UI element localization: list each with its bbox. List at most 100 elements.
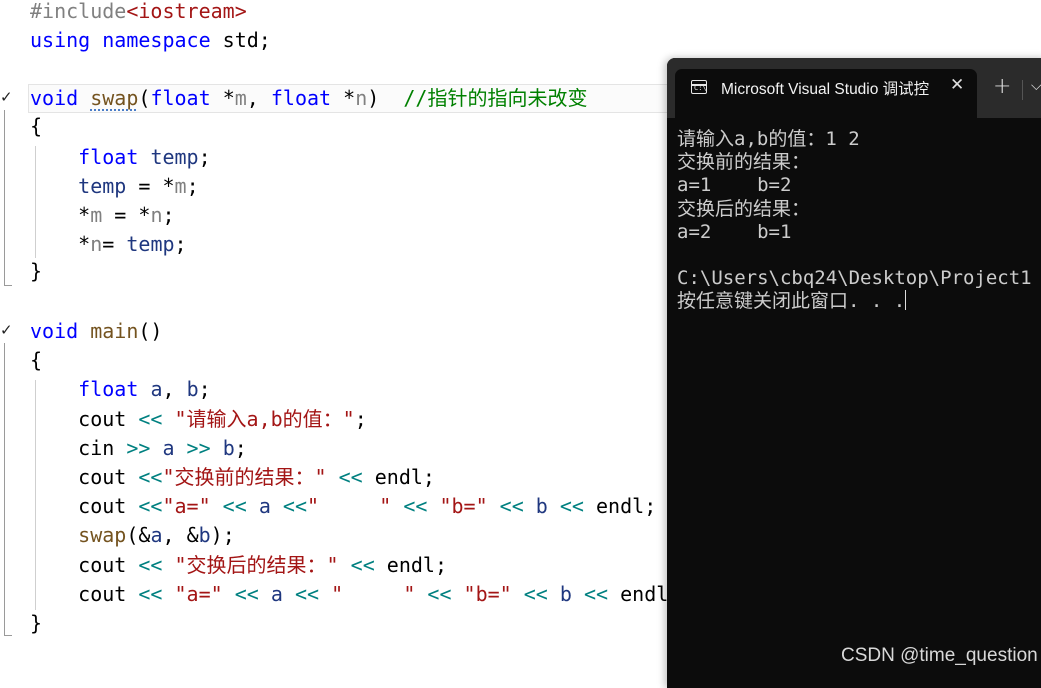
chevron-down-icon[interactable]: ⌵ xyxy=(1031,78,1041,94)
code-line[interactable]: swap(&a, &b); xyxy=(30,521,235,550)
fold-region-line xyxy=(4,110,5,285)
code-line[interactable]: *m = *n; xyxy=(30,201,175,230)
code-token: (& xyxy=(126,523,151,547)
code-token: << xyxy=(126,494,163,518)
code-token: "a=" xyxy=(162,494,211,518)
fold-chevron-icon[interactable]: ✓ xyxy=(0,322,13,338)
code-token: #include xyxy=(30,0,127,23)
code-line[interactable]: void swap(float *m, float *n) //指针的指向未改变 xyxy=(28,84,668,113)
code-token: { xyxy=(30,348,43,372)
code-token: a xyxy=(258,494,271,518)
code-token: << xyxy=(126,582,175,606)
code-token: << xyxy=(282,582,332,606)
fold-region-line xyxy=(4,343,5,635)
code-token: using xyxy=(30,28,91,52)
code-token: b xyxy=(186,377,199,401)
code-line[interactable]: #include<iostream> xyxy=(30,0,247,26)
code-token: = xyxy=(102,232,127,256)
code-token: "b=" xyxy=(463,582,512,606)
code-line[interactable]: cout << "交换后的结果：" << endl; xyxy=(30,551,447,580)
code-line[interactable]: } xyxy=(30,609,42,638)
console-line-text: C:\Users\cbq24\Desktop\Project1 xyxy=(677,267,1032,289)
code-token: cout xyxy=(78,553,127,577)
code-token: << xyxy=(326,465,375,489)
code-token: m xyxy=(90,203,103,227)
code-token: m xyxy=(174,174,187,198)
code-token: , xyxy=(246,86,271,110)
code-token: cout xyxy=(78,582,127,606)
code-token: ; xyxy=(186,174,199,198)
code-line[interactable]: using namespace std; xyxy=(30,26,271,55)
code-token: << xyxy=(487,494,536,518)
code-token: cout xyxy=(78,465,127,489)
code-token: b xyxy=(198,523,211,547)
code-token: temp xyxy=(126,232,175,256)
text-cursor xyxy=(905,290,907,310)
code-token: "交换前的结果：" xyxy=(162,465,327,489)
code-token: temp xyxy=(78,174,127,198)
fold-region-end xyxy=(4,285,12,286)
close-icon[interactable]: ✕ xyxy=(950,75,964,95)
code-token: ); xyxy=(210,523,235,547)
tab-separator xyxy=(1022,80,1023,100)
code-line[interactable]: { xyxy=(30,112,42,141)
terminal-tab[interactable]: C:\ Microsoft Visual Studio 调试控 ✕ xyxy=(675,69,977,118)
code-token: " " xyxy=(331,582,416,606)
code-token: m xyxy=(234,86,247,110)
code-line[interactable]: cout <<"a=" << a <<" " << "b=" << b << e… xyxy=(30,492,656,521)
code-line[interactable]: cout <<"交换前的结果：" << endl; xyxy=(30,463,435,492)
code-token: main xyxy=(90,319,139,343)
code-line[interactable]: cout << "a=" << a << " " << "b=" << b <<… xyxy=(30,580,680,609)
code-token: ( xyxy=(138,86,151,110)
fold-chevron-icon[interactable]: ✓ xyxy=(0,89,13,105)
console-window[interactable]: C:\ Microsoft Visual Studio 调试控 ✕ + ⌵ 请输… xyxy=(667,58,1041,688)
code-token: << xyxy=(126,553,175,577)
code-token: () xyxy=(138,319,163,343)
console-line: 请输入a,b的值：1 2 xyxy=(677,128,860,151)
code-token: //指针的指向未改变 xyxy=(403,86,588,110)
code-token: ; xyxy=(234,436,247,460)
code-token: void xyxy=(30,86,79,110)
code-token: ; xyxy=(354,407,367,431)
code-line[interactable]: *n= temp; xyxy=(30,230,186,259)
code-token: float xyxy=(78,145,139,169)
code-token: << xyxy=(511,582,560,606)
code-line[interactable]: temp = *m; xyxy=(30,172,199,201)
code-line[interactable]: } xyxy=(30,257,42,286)
console-line: a=1 b=2 xyxy=(677,174,791,197)
code-token: << xyxy=(210,494,259,518)
console-line-text: 按任意键关闭此窗口. . . xyxy=(677,290,906,312)
code-token: ; xyxy=(162,203,175,227)
code-token: * xyxy=(30,203,91,227)
code-line[interactable]: cout << "请输入a,b的值："; xyxy=(30,405,367,434)
code-token: cout xyxy=(78,494,127,518)
code-line[interactable]: float a, b; xyxy=(30,375,211,404)
code-token: << xyxy=(338,553,387,577)
code-token: "a=" xyxy=(174,582,223,606)
code-token: float xyxy=(150,86,211,110)
code-token: " " xyxy=(306,494,392,518)
code-line[interactable]: cin >> a >> b; xyxy=(30,434,247,463)
code-line[interactable]: { xyxy=(30,346,42,375)
console-line: a=2 b=1 xyxy=(677,221,791,244)
code-token: } xyxy=(30,259,43,283)
code-token: float xyxy=(270,86,332,110)
code-token: float xyxy=(78,377,139,401)
code-line[interactable]: void main() xyxy=(30,317,162,346)
code-token: >> xyxy=(114,436,163,460)
code-token: endl xyxy=(386,553,435,577)
code-line[interactable]: float temp; xyxy=(30,143,210,172)
code-token: << xyxy=(547,494,597,518)
code-token: ; xyxy=(422,465,435,489)
new-tab-icon[interactable]: + xyxy=(993,74,1011,99)
